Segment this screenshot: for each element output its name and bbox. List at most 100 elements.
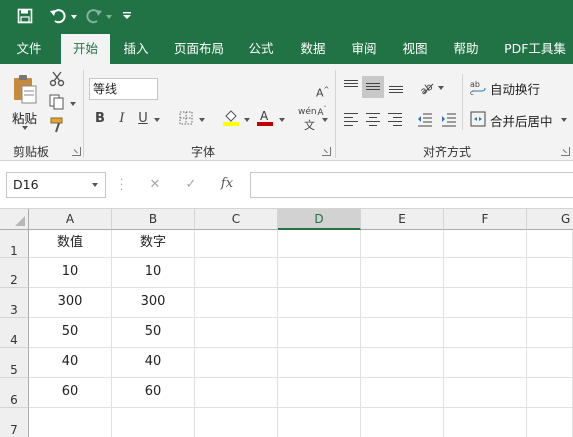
row-header-2[interactable]: 2 <box>0 258 29 288</box>
cell-f6[interactable] <box>444 378 527 408</box>
row-header-4[interactable]: 4 <box>0 318 29 348</box>
cell-c5[interactable] <box>195 348 278 378</box>
undo-dropdown-icon[interactable] <box>71 15 77 19</box>
cell-b5[interactable]: 40 <box>112 348 195 378</box>
cell-d6[interactable] <box>278 378 361 408</box>
align-right-button[interactable] <box>387 111 403 127</box>
format-painter-icon[interactable] <box>48 117 66 138</box>
paste-button[interactable]: 粘贴 <box>8 72 42 130</box>
cell-d1[interactable] <box>278 230 361 258</box>
cell-b4[interactable]: 50 <box>112 318 195 348</box>
select-all-corner[interactable] <box>0 209 29 230</box>
cell-a7[interactable] <box>29 408 112 437</box>
row-header-5[interactable]: 5 <box>0 348 29 378</box>
row-header-7[interactable]: 7 <box>0 408 29 437</box>
cell-a5[interactable]: 40 <box>29 348 112 378</box>
borders-dropdown-icon[interactable] <box>199 118 205 122</box>
tab-help[interactable]: 帮助 <box>445 34 487 64</box>
tab-file[interactable]: 文件 <box>6 34 52 64</box>
column-header-d[interactable]: D <box>278 209 361 230</box>
cell-c1[interactable] <box>195 230 278 258</box>
enter-icon[interactable]: ✓ <box>183 177 199 193</box>
cell-e6[interactable] <box>361 378 444 408</box>
cell-c7[interactable] <box>195 408 278 437</box>
copy-icon[interactable] <box>48 94 66 115</box>
insert-function-icon[interactable]: fx <box>218 176 236 192</box>
cell-f7[interactable] <box>444 408 527 437</box>
row-header-1[interactable]: 1 <box>0 230 29 258</box>
alignment-launcher-icon[interactable] <box>561 147 570 156</box>
phonetic-dropdown-icon[interactable] <box>322 118 328 122</box>
cell-a6[interactable]: 60 <box>29 378 112 408</box>
font-name-input[interactable]: 等线 <box>89 78 158 100</box>
tab-review[interactable]: 审阅 <box>343 34 385 64</box>
italic-button[interactable]: I <box>116 111 128 127</box>
cell-e5[interactable] <box>361 348 444 378</box>
cell-e1[interactable] <box>361 230 444 258</box>
cell-a1[interactable]: 数值 <box>29 230 112 258</box>
cancel-icon[interactable]: ✕ <box>147 177 163 193</box>
font-color-icon[interactable]: A <box>256 108 274 131</box>
wrap-text-button[interactable]: ab c 自动换行 <box>470 78 566 97</box>
tab-data[interactable]: 数据 <box>292 34 334 64</box>
fill-color-dropdown-icon[interactable] <box>244 118 250 122</box>
formula-input[interactable] <box>250 172 573 198</box>
column-header-a[interactable]: A <box>29 209 112 230</box>
column-header-e[interactable]: E <box>361 209 444 230</box>
bottom-align-button[interactable] <box>388 78 404 94</box>
undo-icon[interactable] <box>48 8 68 26</box>
cell-e4[interactable] <box>361 318 444 348</box>
tab-page-layout[interactable]: 页面布局 <box>168 34 230 64</box>
cell-c6[interactable] <box>195 378 278 408</box>
cell-d3[interactable] <box>278 288 361 318</box>
cell-b3[interactable]: 300 <box>112 288 195 318</box>
increase-indent-icon[interactable] <box>441 111 457 132</box>
cell-a2[interactable]: 10 <box>29 258 112 288</box>
cell-a3[interactable]: 300 <box>29 288 112 318</box>
orientation-icon[interactable]: ab <box>418 79 436 100</box>
cell-g7[interactable] <box>527 408 573 437</box>
tab-pdf-tools[interactable]: PDF工具集 <box>499 34 571 64</box>
top-align-button[interactable] <box>343 78 359 94</box>
copy-dropdown-icon[interactable] <box>70 102 76 106</box>
clipboard-launcher-icon[interactable] <box>72 147 81 156</box>
cell-g3[interactable] <box>527 288 573 318</box>
cell-e3[interactable] <box>361 288 444 318</box>
cell-b6[interactable]: 60 <box>112 378 195 408</box>
cell-b7[interactable] <box>112 408 195 437</box>
underline-button[interactable]: U <box>137 111 149 127</box>
fill-color-icon[interactable] <box>222 108 240 131</box>
cell-c4[interactable] <box>195 318 278 348</box>
orientation-dropdown-icon[interactable] <box>438 86 444 90</box>
cell-g6[interactable] <box>527 378 573 408</box>
cell-g2[interactable] <box>527 258 573 288</box>
cell-g4[interactable] <box>527 318 573 348</box>
cell-c2[interactable] <box>195 258 278 288</box>
cell-f5[interactable] <box>444 348 527 378</box>
underline-dropdown-icon[interactable] <box>154 118 160 122</box>
save-icon[interactable] <box>16 8 34 26</box>
column-header-b[interactable]: B <box>112 209 195 230</box>
row-header-6[interactable]: 6 <box>0 378 29 408</box>
name-box-dropdown-icon[interactable] <box>92 183 98 187</box>
cell-b2[interactable]: 10 <box>112 258 195 288</box>
bold-button[interactable]: B <box>94 111 106 127</box>
phonetic-guide-button[interactable]: wén 文 <box>298 107 320 132</box>
align-left-button[interactable] <box>343 111 359 127</box>
column-header-c[interactable]: C <box>195 209 278 230</box>
increase-font-size-icon[interactable]: A^ <box>316 82 329 102</box>
middle-align-button[interactable] <box>362 76 384 98</box>
cell-d4[interactable] <box>278 318 361 348</box>
cell-f3[interactable] <box>444 288 527 318</box>
cut-icon[interactable] <box>48 71 66 92</box>
merge-center-button[interactable]: 合并后居中 <box>470 110 566 129</box>
cell-e7[interactable] <box>361 408 444 437</box>
cell-e2[interactable] <box>361 258 444 288</box>
name-box[interactable]: D16 <box>6 172 106 198</box>
cell-d7[interactable] <box>278 408 361 437</box>
merge-center-dropdown-icon[interactable] <box>561 118 567 122</box>
cell-g1[interactable] <box>527 230 573 258</box>
tab-home[interactable]: 开始 <box>61 34 110 64</box>
borders-icon[interactable] <box>178 111 194 130</box>
cell-f2[interactable] <box>444 258 527 288</box>
